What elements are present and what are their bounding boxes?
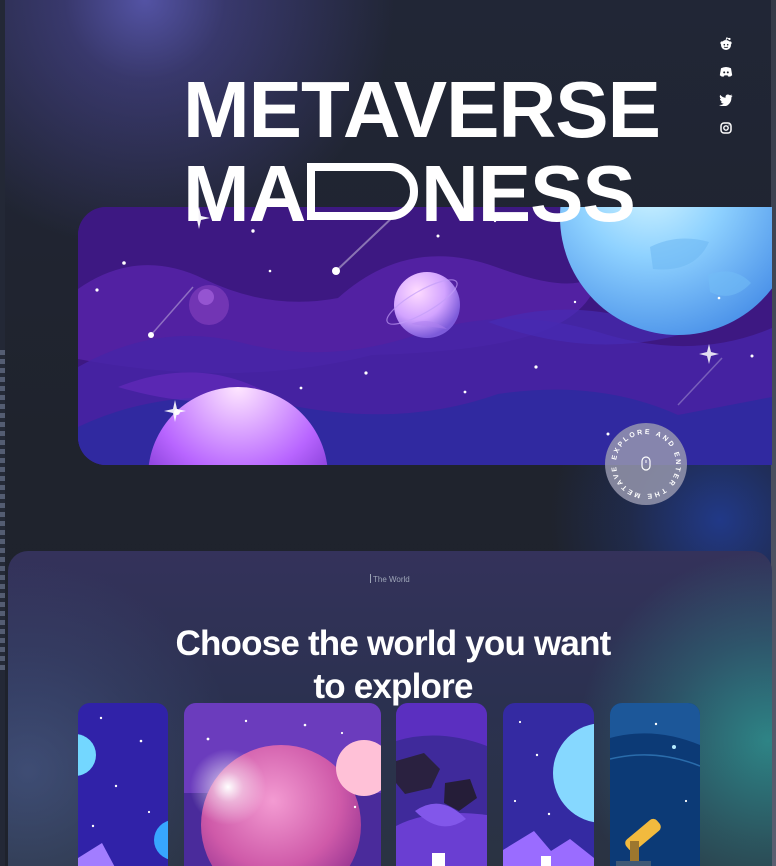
world-card-3[interactable]	[396, 703, 487, 866]
hero-title-line2-end: NESS	[421, 149, 636, 238]
explore-metaverse-badge[interactable]: EXPLORE AND ENTER THE METAVERSE	[605, 423, 687, 505]
hero-title-capsule-d	[307, 163, 418, 220]
world-cards	[8, 551, 772, 866]
reddit-icon[interactable]	[714, 34, 738, 54]
hero-title-line2-start: MA	[183, 149, 306, 238]
page: METAVERSE MA NESS EXPLORE AND ENTER THE …	[0, 0, 776, 866]
explore-badge-text: EXPLORE AND ENTER THE METAVERSE	[605, 423, 679, 499]
hero-title: METAVERSE MA NESS	[183, 70, 661, 238]
reddit-icon-svg	[720, 37, 732, 50]
world-card-5-art	[610, 703, 700, 866]
twitter-icon-svg	[719, 94, 733, 106]
world-card-4-art	[503, 703, 594, 866]
twitter-icon[interactable]	[714, 90, 738, 110]
world-card-1-art	[78, 703, 168, 866]
discord-icon-svg	[719, 66, 733, 77]
world-selection-section: The World Choose the world you want to e…	[8, 551, 772, 866]
mouse-icon	[641, 456, 651, 471]
left-scroll-rail[interactable]	[0, 0, 5, 866]
discord-icon[interactable]	[714, 62, 738, 82]
hero-title-line1: METAVERSE	[183, 65, 661, 154]
world-card-5[interactable]	[610, 703, 700, 866]
world-card-2[interactable]	[184, 703, 381, 866]
explore-badge-svg: EXPLORE AND ENTER THE METAVERSE	[605, 423, 681, 499]
world-card-4[interactable]	[503, 703, 594, 866]
instagram-icon-svg	[720, 122, 732, 134]
world-card-3-art	[396, 703, 487, 866]
world-card-2-art	[184, 703, 381, 866]
svg-text:EXPLORE AND ENTER THE METAVERS: EXPLORE AND ENTER THE METAVERSE	[605, 423, 681, 499]
world-card-1[interactable]	[78, 703, 168, 866]
instagram-icon[interactable]	[714, 118, 738, 138]
left-rail-dots	[0, 350, 5, 670]
